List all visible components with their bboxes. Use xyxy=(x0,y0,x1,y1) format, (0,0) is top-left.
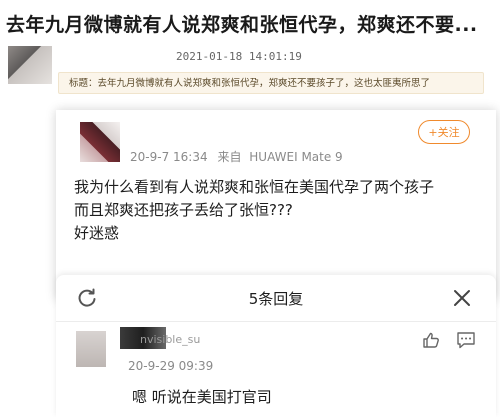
reply-username[interactable]: nvisible_su xyxy=(140,333,200,346)
replies-title: 5条回复 xyxy=(248,290,304,308)
avatar[interactable] xyxy=(8,46,52,84)
comment-icon[interactable] xyxy=(456,331,476,349)
comment-line: 好迷惑 xyxy=(74,224,120,242)
topic-bar: 标题：去年九月微博就有人说郑爽和张恒代孕，郑爽还不要孩子了，这也太匪夷所思了 xyxy=(58,72,484,94)
comment-device: HUAWEI Mate 9 xyxy=(249,150,343,164)
comment-line: 而且郑爽还把孩子丢给了张恒??? xyxy=(74,201,293,219)
reply-time: 20-9-29 09:39 xyxy=(128,359,214,373)
comment-card: +关注 20-9-7 16:34 来自 HUAWEI Mate 9 我为什么看到… xyxy=(56,110,496,300)
post-timestamp: 2021-01-18 14:01:19 xyxy=(176,50,302,63)
close-icon[interactable] xyxy=(452,288,472,308)
follow-button[interactable]: +关注 xyxy=(418,120,470,144)
comment-line: 我为什么看到有人说郑爽和张恒在美国代孕了两个孩子 xyxy=(74,178,435,196)
reply-text: 嗯 听说在美国打官司 xyxy=(132,388,272,406)
reply-avatar[interactable] xyxy=(76,331,106,367)
article-headline: 去年九月微博就有人说郑爽和张恒代孕，郑爽还不要... xyxy=(6,14,478,36)
replies-header: 5条回复 xyxy=(56,275,496,322)
commenter-avatar[interactable] xyxy=(80,122,120,162)
comment-body: 我为什么看到有人说郑爽和张恒在美国代孕了两个孩子 而且郑爽还把孩子丢给了张恒??… xyxy=(74,176,484,245)
like-icon[interactable] xyxy=(422,331,440,349)
comment-date: 20-9-7 16:34 xyxy=(130,150,208,164)
comment-source-label: 来自 xyxy=(217,150,242,164)
comment-meta: 20-9-7 16:34 来自 HUAWEI Mate 9 xyxy=(130,148,343,165)
replies-sheet: 5条回复 nvisible_su 20-9-29 09:39 嗯 听说在美国打官… xyxy=(56,275,496,417)
